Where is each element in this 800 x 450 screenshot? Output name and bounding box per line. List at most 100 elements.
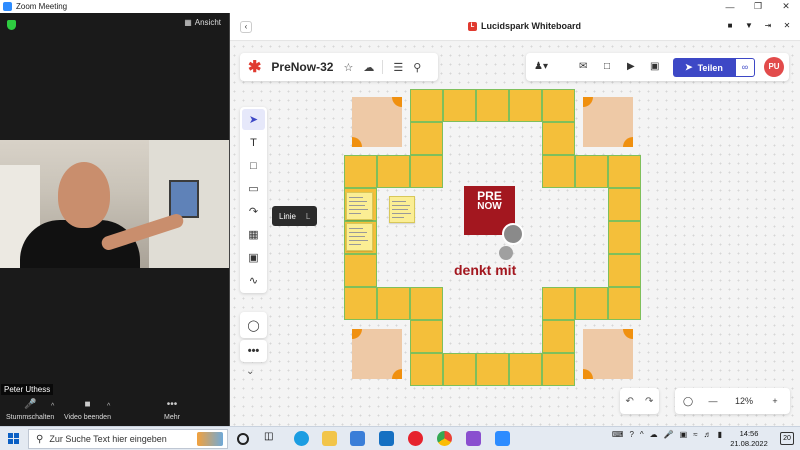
- sticky-note[interactable]: [346, 223, 373, 251]
- board-tile: [476, 89, 509, 122]
- board-tile: [344, 254, 377, 287]
- app-title-text: Lucidspark Whiteboard: [481, 21, 582, 31]
- collaborators-icon[interactable]: ♟▾: [534, 61, 548, 72]
- zoom-taskbar-icon[interactable]: [495, 431, 510, 446]
- text-tool-icon[interactable]: T: [242, 132, 265, 153]
- cortana-icon[interactable]: [237, 433, 249, 445]
- battery-icon[interactable]: ▮: [718, 430, 722, 439]
- board-tile: [410, 320, 443, 353]
- board-tile: [509, 89, 542, 122]
- undo-icon[interactable]: ↶: [626, 396, 634, 407]
- star-icon[interactable]: ☆: [343, 61, 353, 74]
- sticky-note[interactable]: [389, 196, 415, 223]
- board-tile: [377, 287, 410, 320]
- avatar[interactable]: PU: [764, 57, 784, 77]
- video-person-head: [58, 162, 110, 228]
- view-button[interactable]: ▦ Ansicht: [184, 18, 221, 27]
- image-tool-icon[interactable]: ▣: [242, 247, 265, 268]
- zoom-level[interactable]: 12%: [725, 396, 763, 406]
- navigate-icon[interactable]: ◯: [675, 396, 701, 407]
- mail-icon[interactable]: [379, 431, 394, 446]
- close-icon[interactable]: ✕: [772, 0, 800, 13]
- chrome-icon[interactable]: [437, 431, 452, 446]
- more-tools-icon[interactable]: •••: [240, 340, 267, 362]
- help-icon[interactable]: ?: [629, 430, 633, 439]
- video-background-map: [169, 180, 199, 218]
- camera-icon[interactable]: ■: [724, 20, 736, 32]
- file-explorer-icon[interactable]: [322, 431, 337, 446]
- mute-button[interactable]: 🎤 Stummschalten: [6, 399, 54, 421]
- volume-icon[interactable]: ♬: [704, 430, 712, 439]
- document-title[interactable]: PreNow-32: [271, 60, 333, 74]
- whiteboard-canvas[interactable]: PRE NOW denkt mit ✱ PreNow-32 ☆ ☁ ☰ ⚲ ♟▾…: [230, 42, 800, 426]
- board-tile: [509, 353, 542, 386]
- sticky-note-tool-icon[interactable]: □: [242, 155, 265, 176]
- tool-tooltip: Linie L: [272, 206, 318, 226]
- search-placeholder: Zur Suche Text hier eingeben: [49, 434, 167, 444]
- edge-icon[interactable]: [294, 431, 309, 446]
- video-call-icon[interactable]: ▣: [650, 61, 659, 72]
- send-icon: ➤: [685, 62, 693, 72]
- stop-video-button[interactable]: ■ Video beenden: [64, 399, 111, 421]
- board-tile: [344, 287, 377, 320]
- video-options-chevron-icon[interactable]: ^: [107, 403, 110, 410]
- redo-icon[interactable]: ↷: [645, 396, 653, 407]
- board-tile: [542, 89, 575, 122]
- feedback-icon[interactable]: □: [604, 61, 610, 72]
- board-tile: [410, 353, 443, 386]
- maximize-icon[interactable]: ❐: [744, 0, 772, 13]
- line-tool-icon[interactable]: ↷: [242, 201, 265, 222]
- sticky-note[interactable]: [346, 192, 373, 220]
- board-tile: [344, 155, 377, 188]
- close-icon[interactable]: ✕: [781, 20, 793, 32]
- more-button[interactable]: ••• Mehr: [164, 399, 180, 421]
- shape-tool-icon[interactable]: ▭: [242, 178, 265, 199]
- stop-video-label: Video beenden: [64, 414, 111, 421]
- taskbar-search-input[interactable]: ⚲ Zur Suche Text hier eingeben: [28, 429, 228, 449]
- zoom-out-icon[interactable]: —: [701, 396, 725, 406]
- keyboard-icon[interactable]: ⌨: [612, 430, 624, 439]
- lucidspark-panel: ‹ L Lucidspark Whiteboard ■ ▼ ⇥ ✕ PRE NO…: [229, 13, 800, 426]
- comments-icon[interactable]: ✉: [579, 61, 587, 72]
- task-view-icon[interactable]: ◫: [264, 431, 279, 446]
- wifi-icon[interactable]: ≈: [693, 430, 697, 439]
- chevron-up-icon[interactable]: ^: [640, 430, 644, 439]
- back-chevron-icon[interactable]: ‹: [240, 21, 252, 33]
- video-camera-icon: ■: [84, 399, 91, 410]
- windows-start-icon[interactable]: [8, 433, 19, 444]
- shapes-library-icon[interactable]: ◯: [240, 312, 267, 338]
- presentation-icon[interactable]: ▶: [627, 61, 635, 72]
- participant-name-tag: Peter Uthess: [1, 384, 54, 395]
- clock[interactable]: 14:56 21.08.2022: [728, 429, 770, 449]
- microphone-icon: 🎤: [24, 399, 37, 410]
- pop-out-icon[interactable]: ⇥: [762, 20, 774, 32]
- share-button[interactable]: ➤ Teilen: [673, 58, 735, 77]
- lucidspark-logo-icon[interactable]: ✱: [248, 57, 261, 77]
- board-tile: [575, 155, 608, 188]
- link-icon: ∞: [741, 62, 749, 72]
- notification-center-icon[interactable]: 20: [780, 432, 794, 445]
- opera-icon[interactable]: [408, 431, 423, 446]
- filter-icon[interactable]: ▼: [743, 20, 755, 32]
- frame-tool-icon[interactable]: ▦: [242, 224, 265, 245]
- copy-link-button[interactable]: ∞: [735, 58, 755, 77]
- select-tool-pointer-icon[interactable]: ➤: [242, 109, 265, 130]
- audio-options-chevron-icon[interactable]: ^: [51, 403, 54, 410]
- board-corner: [583, 329, 633, 379]
- onedrive-icon[interactable]: ☁: [650, 430, 658, 439]
- board-tile: [608, 188, 641, 221]
- store-icon[interactable]: [350, 431, 365, 446]
- participant-video: [0, 140, 229, 268]
- microphone-icon[interactable]: 🎤: [664, 430, 674, 439]
- draw-tool-icon[interactable]: ∿: [242, 270, 265, 291]
- search-icon[interactable]: ⚲: [413, 61, 421, 74]
- zoom-in-icon[interactable]: +: [763, 396, 787, 406]
- board-tile: [608, 254, 641, 287]
- video-icon[interactable]: ▣: [680, 430, 688, 439]
- slogan-text[interactable]: denkt mit: [454, 262, 516, 278]
- minimize-icon[interactable]: —: [716, 0, 744, 13]
- app-icon[interactable]: [466, 431, 481, 446]
- menu-icon[interactable]: ☰: [393, 61, 403, 74]
- collapse-chevron-icon[interactable]: ⌄: [246, 366, 254, 377]
- board-tile: [542, 122, 575, 155]
